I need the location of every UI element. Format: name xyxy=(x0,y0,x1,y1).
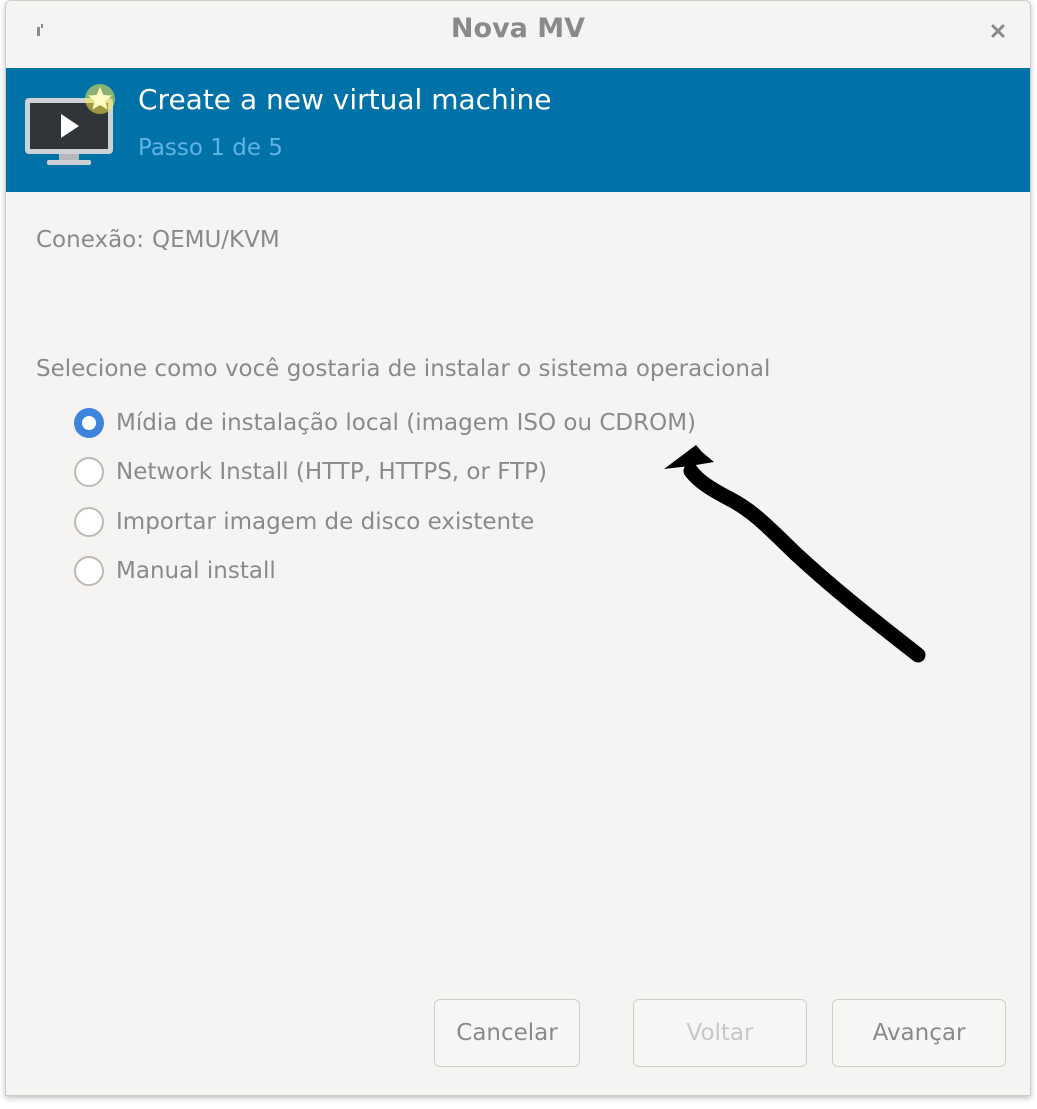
connection-value: QEMU/KVM xyxy=(151,227,280,253)
radio-option-local-media[interactable]: Mídia de instalação local (imagem ISO ou… xyxy=(74,405,696,441)
radio-label: Mídia de instalação local (imagem ISO ou… xyxy=(116,410,697,436)
hand-drawn-arrow-icon xyxy=(664,445,926,663)
radio-label: Importar imagem de disco existente xyxy=(116,509,535,535)
connection-info: Conexão: QEMU/KVM xyxy=(36,227,280,253)
wizard-step-indicator: Passo 1 de 5 xyxy=(138,135,283,161)
radio-button[interactable] xyxy=(74,507,104,537)
window-title: Nova MV xyxy=(450,13,586,44)
radio-option-import-disk[interactable]: Importar imagem de disco existente xyxy=(74,504,534,540)
radio-label: Manual install xyxy=(116,558,276,584)
radio-option-network-install[interactable]: Network Install (HTTP, HTTPS, or FTP) xyxy=(74,454,547,490)
radio-option-manual-install[interactable]: Manual install xyxy=(74,553,276,589)
titlebar: Nova MV xyxy=(6,1,1030,67)
wizard-header-banner: Create a new virtual machine Passo 1 de … xyxy=(6,68,1030,192)
new-vm-dialog: Nova MV Create a new virtual machine Pas… xyxy=(5,0,1031,1096)
forward-button[interactable]: Avançar xyxy=(832,999,1006,1067)
connection-label: Conexão: xyxy=(36,227,144,253)
cancel-button[interactable]: Cancelar xyxy=(434,999,580,1067)
close-icon[interactable] xyxy=(988,21,1008,41)
wizard-title: Create a new virtual machine xyxy=(138,83,552,116)
radio-button[interactable] xyxy=(74,556,104,586)
back-button[interactable]: Voltar xyxy=(633,999,807,1067)
radio-label: Network Install (HTTP, HTTPS, or FTP) xyxy=(116,459,547,485)
vm-monitor-new-icon xyxy=(25,84,115,165)
radio-button-selected[interactable] xyxy=(74,408,104,438)
radio-button[interactable] xyxy=(74,457,104,487)
install-method-prompt: Selecione como você gostaria de instalar… xyxy=(36,356,771,382)
